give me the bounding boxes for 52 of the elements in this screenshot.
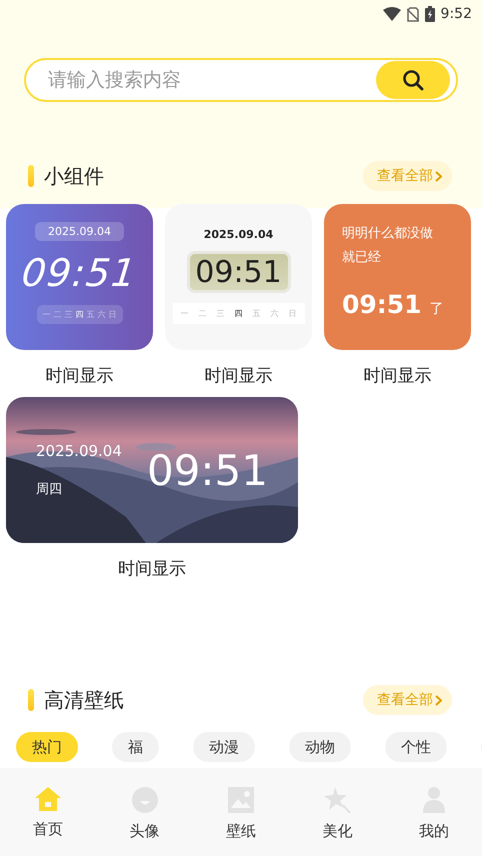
weekday: 二 — [198, 308, 206, 319]
widget-date: 2025.09.04 — [204, 228, 274, 241]
search-button[interactable] — [376, 61, 450, 99]
widget-time: 09:51 — [146, 446, 268, 494]
category-chip[interactable]: 福 — [112, 732, 159, 762]
chevron-icon — [435, 170, 442, 182]
weekday: 日 — [108, 309, 116, 320]
clock-widget[interactable]: 2025.09.04 周四 09:51 — [6, 397, 298, 543]
weekday: 五 — [86, 309, 94, 320]
widget-time: 09:51 — [186, 251, 290, 293]
weekday: 三 — [216, 308, 224, 319]
widget-date: 2025.09.04 — [35, 222, 124, 241]
widget-label: 时间显示 — [204, 365, 272, 387]
section-title: 小组件 — [44, 162, 104, 190]
weekday: 三 — [64, 309, 72, 320]
battery-icon — [424, 6, 435, 22]
weekday: 六 — [98, 309, 106, 320]
search-bar[interactable]: 请输入搜索内容 — [24, 58, 458, 102]
weekday: 日 — [288, 308, 296, 319]
weekday: 四 — [234, 308, 242, 319]
nav-tab[interactable]: 壁纸 — [192, 768, 290, 856]
weekday: 四 — [76, 309, 84, 320]
weekday: 五 — [252, 308, 260, 319]
nav-tab[interactable]: 美化 — [289, 768, 386, 856]
widget-label: 时间显示 — [364, 365, 432, 387]
search-field[interactable]: 请输入搜索内容 — [46, 68, 376, 92]
category-chip[interactable]: 动物 — [289, 732, 351, 762]
widget-message: 明明什么都没做就已经 — [342, 225, 434, 267]
chevron-icon — [435, 694, 442, 706]
weekday: 六 — [270, 308, 278, 319]
section-accent — [28, 689, 34, 711]
category-chip[interactable]: 个性 — [385, 732, 447, 762]
widget-weekday: 周四 — [36, 481, 63, 498]
section-title: 高清壁纸 — [44, 686, 124, 714]
widget-date: 2025.09.04 — [36, 442, 122, 460]
widget-suffix: 了 — [430, 300, 444, 318]
category-chip[interactable]: 动漫 — [193, 732, 255, 762]
nav-tab[interactable]: 首页 — [0, 768, 96, 856]
home-icon — [34, 786, 62, 812]
wifi-icon — [382, 7, 401, 21]
category-chip[interactable]: 热门 — [16, 732, 78, 762]
widget-label: 时间显示 — [118, 558, 186, 580]
widget-time: 09:51 — [342, 290, 422, 319]
widget-time: 09:51 — [20, 251, 140, 295]
search-icon — [402, 69, 424, 91]
no-sim-icon — [406, 6, 419, 22]
widget-label: 时间显示 — [46, 365, 114, 387]
nav-tab[interactable]: 头像 — [96, 768, 193, 856]
status-time: 9:52 — [440, 6, 472, 22]
weekday: 二 — [54, 309, 62, 320]
nav-tab[interactable]: 我的 — [386, 768, 482, 856]
section-accent — [28, 165, 34, 187]
